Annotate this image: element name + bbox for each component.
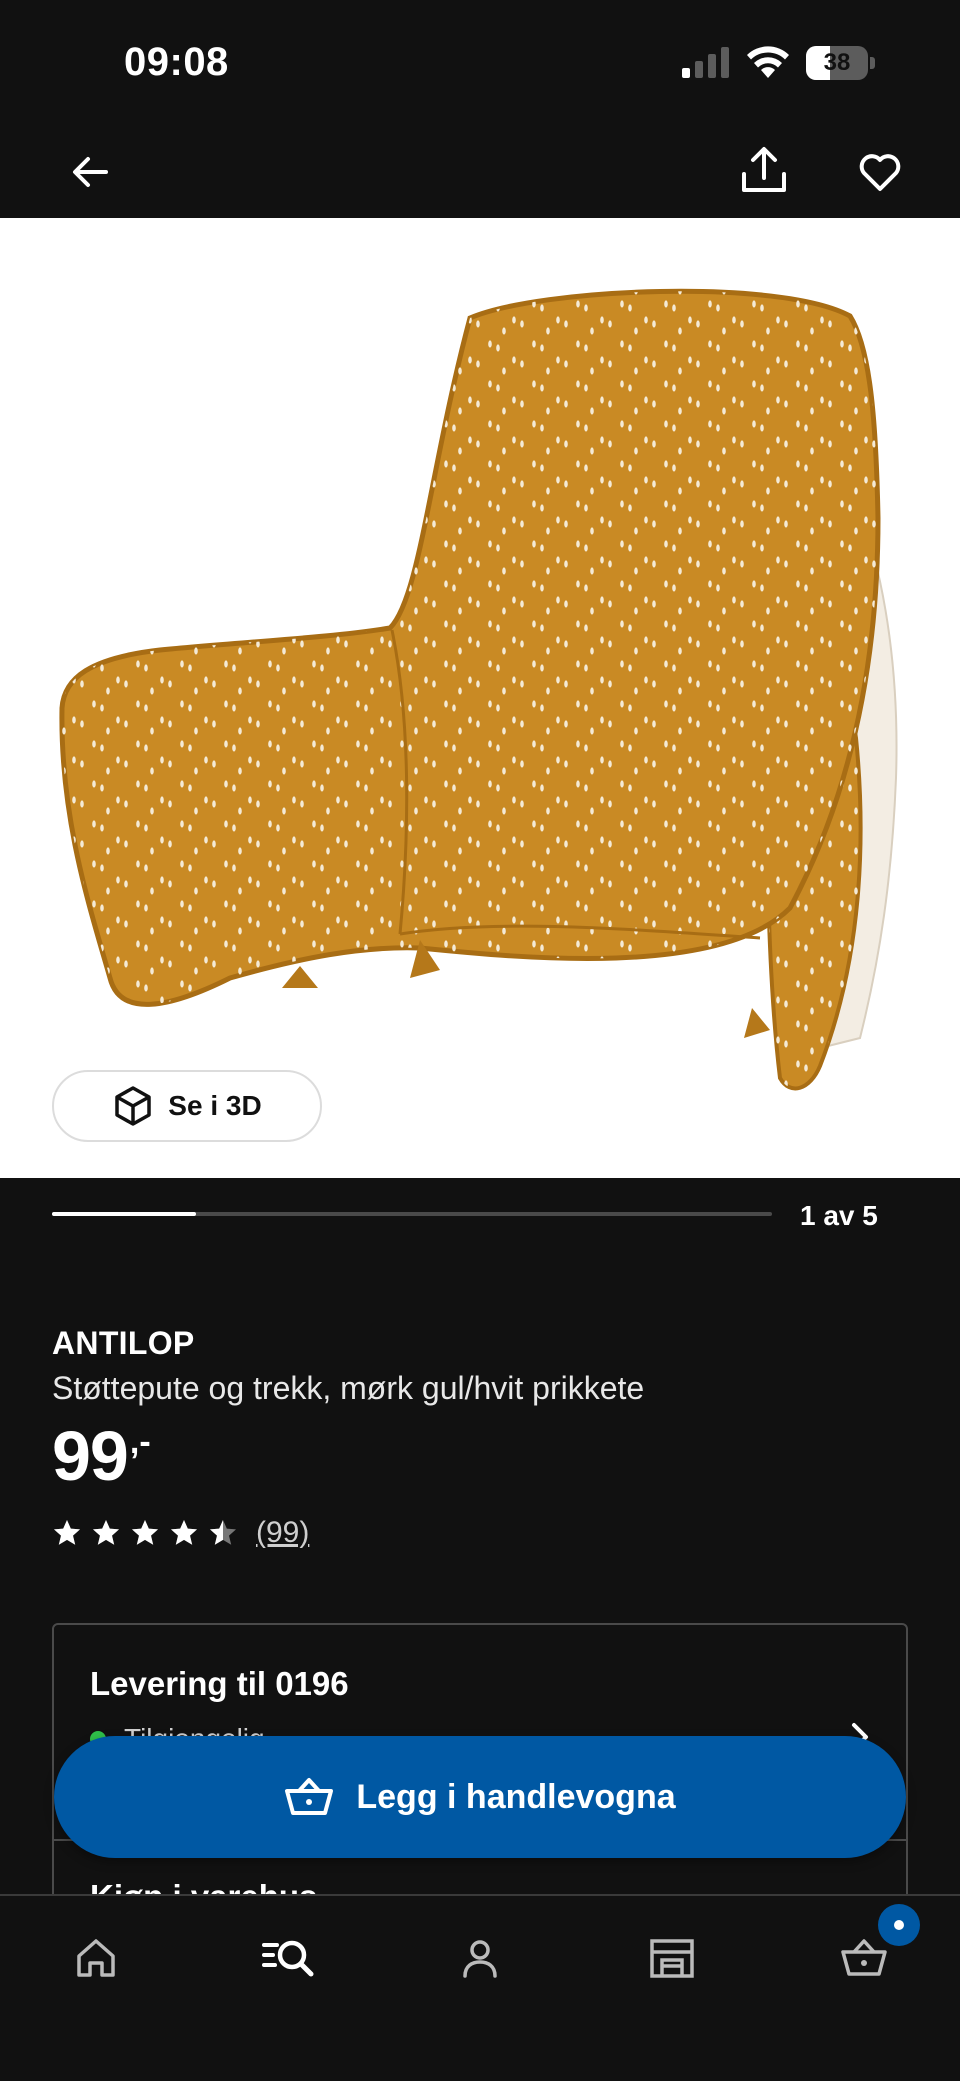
share-icon: [742, 147, 786, 192]
battery-percentage: 38: [823, 49, 851, 76]
cube-icon: [115, 1086, 152, 1126]
cart-badge: [878, 1904, 920, 1946]
star-icon: [93, 1520, 119, 1545]
status-bar: 09:08 38: [0, 0, 960, 130]
share-button[interactable]: [732, 138, 796, 202]
star-icon: [171, 1520, 197, 1545]
top-navigation: [0, 130, 960, 218]
gallery-progress-fill: [52, 1212, 196, 1216]
back-button[interactable]: [60, 142, 120, 202]
price-value: 99: [52, 1417, 129, 1495]
home-icon: [77, 1939, 115, 1977]
battery-icon: 38: [806, 46, 876, 80]
search-icon: [262, 1940, 314, 1977]
product-price: 99 ,-: [52, 1420, 151, 1492]
person-icon: [463, 1940, 497, 1978]
view-3d-label: Se i 3D: [168, 1090, 262, 1121]
add-to-cart-button[interactable]: Legg i handlevogna: [54, 1736, 906, 1858]
product-name: ANTILOP: [52, 1325, 195, 1361]
add-to-cart-label: Legg i handlevogna: [356, 1777, 676, 1816]
review-count-link[interactable]: (99): [256, 1516, 309, 1550]
tab-home[interactable]: [64, 1926, 128, 1990]
product-description: Støttepute og trekk, mørk gul/hvit prikk…: [52, 1370, 645, 1406]
cushion-illustration: [59, 288, 898, 1091]
heart-outline-icon: [859, 154, 901, 191]
tab-search[interactable]: [256, 1926, 320, 1990]
gallery-progress-bar: [52, 1212, 772, 1216]
store-icon: [650, 1939, 694, 1978]
basket-icon: [841, 1939, 887, 1976]
star-icon: [54, 1520, 80, 1545]
status-time: 09:08: [124, 40, 229, 84]
rating-stars: [52, 1518, 238, 1548]
arrow-left-icon: [73, 157, 108, 187]
wifi-icon: [747, 46, 789, 78]
favorite-button[interactable]: [848, 140, 912, 204]
tab-profile[interactable]: [448, 1926, 512, 1990]
tab-store[interactable]: [640, 1926, 704, 1990]
rating-row[interactable]: (99): [52, 1515, 309, 1551]
cart-badge-dot: [894, 1920, 904, 1930]
product-image[interactable]: Se i 3D: [0, 218, 960, 1178]
basket-icon: [285, 1778, 334, 1815]
gallery-counter: 1 av 5: [800, 1200, 878, 1231]
bottom-tab-bar: [0, 1894, 960, 2081]
view-3d-button[interactable]: Se i 3D: [52, 1070, 322, 1142]
delivery-title: Levering til 0196: [90, 1665, 349, 1702]
cellular-signal-icon: [682, 47, 729, 78]
star-icon: [210, 1520, 236, 1545]
price-suffix: ,-: [129, 1423, 151, 1461]
star-icon: [132, 1520, 158, 1545]
